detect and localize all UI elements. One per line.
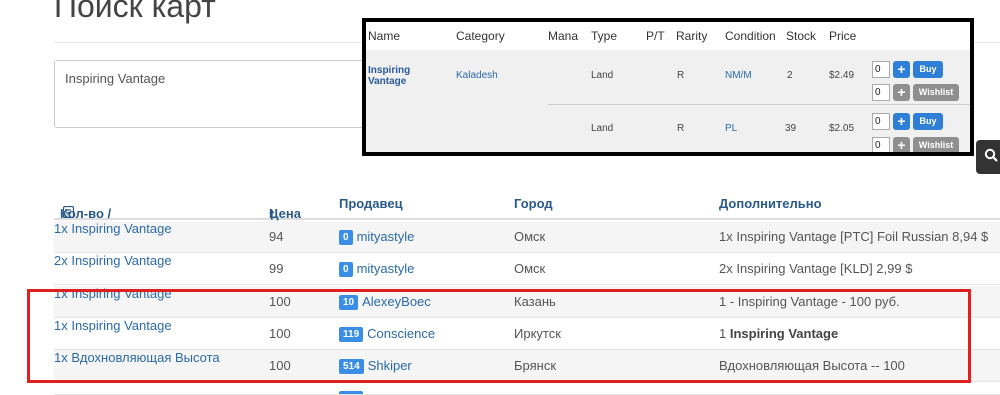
header-name: Name xyxy=(368,29,401,43)
listing-city: Омск xyxy=(514,229,546,244)
seller-name[interactable]: mityastyle xyxy=(357,261,415,276)
listing-extra: 1 Inspiring Vantage xyxy=(719,326,838,341)
header-stock: Stock xyxy=(786,29,817,43)
card-name-link[interactable]: Inspiring Vantage xyxy=(368,65,438,87)
seller-rating-badge: 10 xyxy=(339,295,359,310)
seller-link[interactable]: 0 mityastyle xyxy=(339,261,414,277)
header-condition: Condition xyxy=(725,29,776,43)
listing-extra: 1 - Inspiring Vantage - 100 руб. xyxy=(719,294,900,309)
table-row: 1x Inspiring Vantage 94 0 mityastyle Омск… xyxy=(54,221,1000,253)
listing-city: Брянск xyxy=(514,358,557,373)
listing-name-link[interactable]: 1x Inspiring Vantage xyxy=(54,318,172,333)
table-row: 1x Inspiring Vantage 100 119 Conscience И… xyxy=(54,318,1000,350)
column-extra[interactable]: Дополнительно xyxy=(719,196,822,211)
listing-name-link[interactable]: 1x Inspiring Vantage xyxy=(54,286,172,301)
card-offer-row: Land R PL 39 $2.05 0 + Buy 0 + Wishlist xyxy=(366,104,970,152)
listing-name-link[interactable]: 1x Вдохновляющая Высота xyxy=(54,350,220,365)
listing-extra: Вдохновляющая Высота -- 100 xyxy=(719,358,905,373)
listing-price: 100 xyxy=(269,358,291,373)
plus-icon[interactable]: + xyxy=(893,113,910,130)
seller-rating-badge: 0 xyxy=(339,262,353,277)
listing-extra: 1x Inspiring Vantage [PTC] Foil Russian … xyxy=(719,229,989,244)
card-offers-header: Name Category Mana Type P/T Rarity Condi… xyxy=(366,22,970,50)
listing-price: 99 xyxy=(269,261,284,276)
card-rarity: R xyxy=(677,70,685,81)
listing-price: 100 xyxy=(269,326,291,341)
card-condition: NM/M xyxy=(725,70,752,81)
table-row: 2x Inspiring Vantage 99 0 mityastyle Омск… xyxy=(54,253,1000,285)
listing-extra-prefix: 1 xyxy=(719,326,730,341)
listing-extra: 2x Inspiring Vantage [KLD] 2,99 $ xyxy=(719,261,913,276)
buy-button[interactable]: Buy xyxy=(913,61,943,78)
table-row: 1x Inspiring Vantage 100 10 AlexeyBoec Ка… xyxy=(54,286,1000,318)
plus-icon[interactable]: + xyxy=(893,137,910,152)
buy-button[interactable]: Buy xyxy=(913,113,943,130)
header-rarity: Rarity xyxy=(676,29,708,43)
card-condition: PL xyxy=(725,123,738,134)
card-stock: 39 xyxy=(785,123,797,134)
card-category-link[interactable]: Kaladesh xyxy=(456,70,498,81)
header-category: Category xyxy=(456,29,505,43)
search-icon xyxy=(984,148,998,166)
seller-name[interactable]: mityastyle xyxy=(357,229,415,244)
table-row: 1x Вдохновляющая Высота 100 514 Shkiper Б… xyxy=(54,350,1000,382)
row-divider xyxy=(548,104,970,105)
column-seller[interactable]: Продавец xyxy=(339,196,403,211)
card-rarity: R xyxy=(677,123,685,134)
header-mana: Mana xyxy=(548,29,579,43)
seller-name[interactable]: Conscience xyxy=(367,326,435,341)
header-pt: P/T xyxy=(646,29,665,43)
listing-name-link[interactable]: 1x Inspiring Vantage xyxy=(54,221,172,236)
listing-name-link[interactable]: 2x Inspiring Vantage xyxy=(54,253,172,268)
listings-header: Кол-во / Название ☆ Цена 🠕 Продавец Горо… xyxy=(54,186,1000,236)
listing-price: 94 xyxy=(269,229,284,244)
card-offer-row: Inspiring Vantage Kaladesh Land R NM/M 2… xyxy=(366,50,970,104)
listing-city: Казань xyxy=(514,294,556,309)
seller-name[interactable]: AlexeyBoec xyxy=(362,294,431,309)
listing-city: Иркутск xyxy=(514,326,561,341)
card-type: Land xyxy=(591,123,614,134)
listing-price: 100 xyxy=(269,294,291,309)
listing-city: Омск xyxy=(514,261,546,276)
wishlist-quantity-input[interactable]: 0 xyxy=(872,137,890,152)
seller-rating-badge: 514 xyxy=(339,359,364,374)
table-row xyxy=(54,383,1000,395)
seller-rating-badge xyxy=(339,390,367,394)
seller-link[interactable]: 514 Shkiper xyxy=(339,358,412,374)
card-stock: 2 xyxy=(787,70,793,81)
seller-name[interactable]: Shkiper xyxy=(368,358,412,373)
listing-extra-bold: Inspiring Vantage xyxy=(729,326,839,341)
seller-link[interactable]: 0 mityastyle xyxy=(339,229,414,245)
card-price: $2.05 xyxy=(829,123,855,134)
header-type: Type xyxy=(591,29,618,43)
plus-icon[interactable]: + xyxy=(893,61,910,78)
search-button[interactable] xyxy=(976,140,1000,174)
seller-rating-badge: 119 xyxy=(339,327,364,342)
buy-quantity-input[interactable]: 0 xyxy=(872,113,890,130)
wishlist-button[interactable]: Wishlist xyxy=(913,137,959,152)
card-price: $2.49 xyxy=(829,70,855,81)
card-offers-panel: Name Category Mana Type P/T Rarity Condi… xyxy=(362,18,974,156)
card-type: Land xyxy=(591,70,614,81)
wishlist-button[interactable]: Wishlist xyxy=(913,84,959,101)
buy-quantity-input[interactable]: 0 xyxy=(872,61,890,78)
column-city[interactable]: Город xyxy=(514,196,553,211)
header-price: Price xyxy=(829,29,857,43)
page-title: Поиск карт xyxy=(54,0,216,24)
seller-link[interactable]: 10 AlexeyBoec xyxy=(339,294,431,310)
plus-icon[interactable]: + xyxy=(893,84,910,101)
seller-link[interactable]: 119 Conscience xyxy=(339,326,435,342)
seller-rating-badge: 0 xyxy=(339,230,353,245)
wishlist-quantity-input[interactable]: 0 xyxy=(872,84,890,101)
star-icon[interactable]: ☆ xyxy=(60,206,72,222)
